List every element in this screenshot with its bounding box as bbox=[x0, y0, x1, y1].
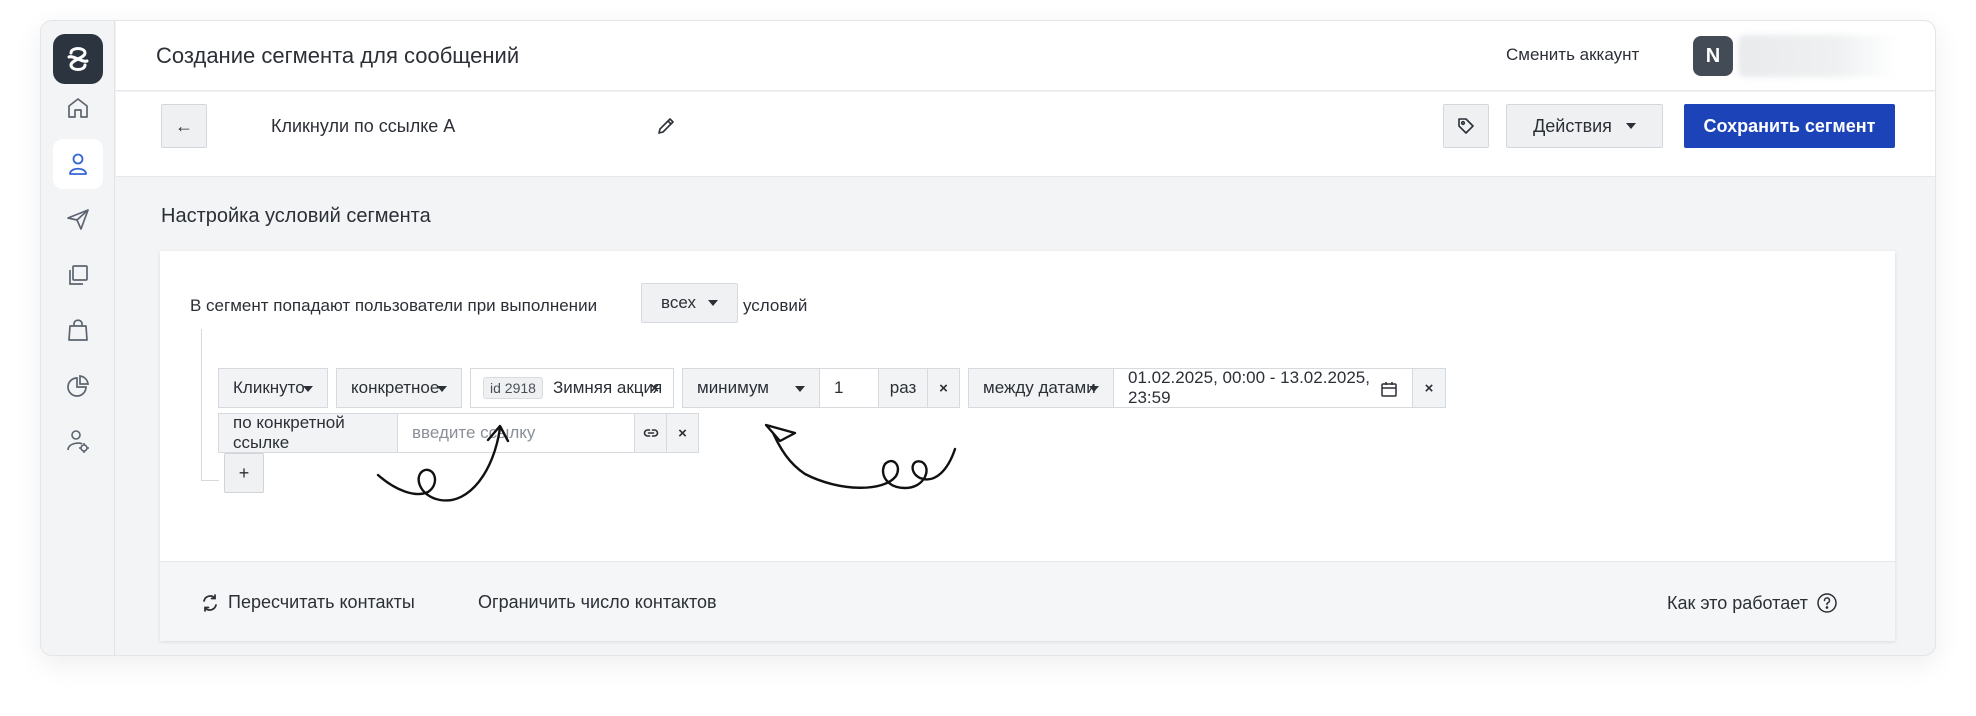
count-mode-value: минимум bbox=[697, 378, 769, 397]
tag-button[interactable] bbox=[1443, 104, 1489, 148]
conditions-suffix: условий bbox=[743, 296, 808, 315]
close-icon: × bbox=[1424, 379, 1434, 397]
campaign-select[interactable]: id 2918 Зимняя акция × bbox=[470, 368, 674, 408]
pencil-icon[interactable] bbox=[654, 114, 678, 138]
link-input-placeholder: введите ссылку bbox=[412, 423, 536, 442]
count-mode-select[interactable]: минимум bbox=[682, 368, 820, 408]
date-mode-value: между датами bbox=[983, 378, 1096, 397]
user-icon bbox=[69, 153, 87, 175]
caret-down-icon bbox=[437, 386, 447, 392]
caret-down-icon bbox=[1089, 386, 1099, 392]
date-range-input[interactable]: 01.02.2025, 00:00 - 13.02.2025, 23:59 bbox=[1113, 368, 1413, 408]
tree-line bbox=[201, 329, 202, 481]
link-rule-label: по конкретной ссылке bbox=[218, 413, 398, 453]
caret-down-icon bbox=[303, 386, 313, 392]
close-icon: × bbox=[939, 379, 948, 397]
event-select[interactable]: Кликнуто bbox=[218, 368, 328, 408]
tree-connector bbox=[201, 480, 219, 481]
home-icon bbox=[68, 98, 88, 118]
conditions-card: В сегмент попадают пользователи при выпо… bbox=[160, 251, 1895, 641]
conditions-intro: В сегмент попадают пользователи при выпо… bbox=[190, 296, 598, 315]
send-icon bbox=[67, 209, 89, 230]
sidebar-item-home[interactable] bbox=[53, 83, 103, 133]
date-mode-select[interactable]: между датами bbox=[968, 368, 1114, 408]
actions-dropdown[interactable]: Действия bbox=[1506, 104, 1663, 148]
back-button[interactable]: ← bbox=[161, 104, 207, 148]
save-segment-button[interactable]: Сохранить сегмент bbox=[1684, 104, 1895, 148]
user-settings-icon bbox=[67, 430, 89, 453]
app-window: Создание сегмента для сообщений Сменить … bbox=[40, 20, 1936, 656]
top-bar: Создание сегмента для сообщений Сменить … bbox=[116, 21, 1935, 91]
sidebar-item-templates[interactable] bbox=[53, 250, 103, 300]
link-rule-text: по конкретной ссылке bbox=[233, 413, 345, 452]
date-range-value: 01.02.2025, 00:00 - 13.02.2025, 23:59 bbox=[1128, 368, 1370, 407]
target-mode-select[interactable]: конкретное bbox=[336, 368, 462, 408]
sidebar-item-analytics[interactable] bbox=[53, 361, 103, 411]
sidebar-item-user-settings[interactable] bbox=[53, 416, 103, 466]
arrow-left-icon: ← bbox=[175, 115, 193, 136]
count-unit-label: раз bbox=[889, 378, 917, 397]
campaign-id-chip: id 2918 bbox=[483, 377, 543, 399]
target-mode-value: конкретное bbox=[351, 378, 440, 397]
link-picker-button[interactable] bbox=[634, 413, 667, 453]
switch-account-link[interactable]: Сменить аккаунт bbox=[1506, 45, 1639, 65]
caret-down-icon bbox=[1625, 123, 1636, 129]
clear-campaign-icon[interactable]: × bbox=[650, 380, 659, 397]
app-logo[interactable] bbox=[53, 34, 103, 84]
count-input[interactable]: 1 bbox=[819, 368, 879, 408]
match-mode-select[interactable]: всех bbox=[641, 283, 738, 323]
account-name-redacted bbox=[1738, 35, 1898, 77]
sidebar-item-users[interactable] bbox=[53, 139, 103, 189]
limit-contacts-button[interactable]: Ограничить число контактов bbox=[478, 592, 717, 613]
section-title: Настройка условий сегмента bbox=[161, 205, 431, 227]
logo-icon bbox=[67, 47, 89, 71]
sidebar bbox=[41, 21, 115, 655]
segment-toolbar: ← Кликнули по ссылке А Действия Сохранит… bbox=[116, 92, 1935, 177]
how-it-works-label: Как это работает bbox=[1667, 592, 1808, 613]
sidebar-item-campaigns[interactable] bbox=[53, 194, 103, 244]
actions-label: Действия bbox=[1533, 115, 1612, 136]
campaign-name: Зимняя акция bbox=[552, 378, 663, 397]
remove-count-button[interactable]: × bbox=[927, 368, 960, 408]
how-it-works-link[interactable]: Как это работает bbox=[1667, 592, 1838, 614]
link-icon bbox=[643, 429, 658, 437]
add-condition-button[interactable]: + bbox=[224, 453, 264, 493]
remove-date-button[interactable]: × bbox=[1412, 368, 1446, 408]
tag-icon bbox=[1458, 118, 1474, 134]
recalc-contacts-button[interactable]: Пересчитать контакты bbox=[200, 592, 415, 613]
pie-chart-icon bbox=[67, 375, 89, 397]
sidebar-item-shop[interactable] bbox=[53, 305, 103, 355]
event-value: Кликнуто bbox=[233, 378, 305, 397]
help-icon bbox=[1817, 593, 1837, 613]
calendar-icon bbox=[1381, 382, 1397, 397]
close-icon: × bbox=[678, 424, 687, 442]
count-value: 1 bbox=[834, 378, 844, 397]
copy-icon bbox=[69, 265, 88, 285]
avatar[interactable]: N bbox=[1693, 36, 1733, 76]
remove-link-button[interactable]: × bbox=[666, 413, 699, 453]
caret-down-icon bbox=[795, 386, 805, 392]
refresh-icon bbox=[203, 593, 217, 612]
caret-down-icon bbox=[707, 300, 718, 306]
segment-name: Кликнули по ссылке А bbox=[271, 116, 456, 136]
link-input[interactable]: введите ссылку bbox=[397, 413, 635, 453]
recalc-label: Пересчитать контакты bbox=[228, 592, 415, 612]
card-footer: Пересчитать контакты Ограничить число ко… bbox=[160, 561, 1895, 641]
match-mode-value: всех bbox=[661, 293, 696, 312]
count-unit: раз bbox=[878, 368, 928, 408]
bag-icon bbox=[68, 319, 88, 341]
page-title: Создание сегмента для сообщений bbox=[156, 43, 520, 68]
